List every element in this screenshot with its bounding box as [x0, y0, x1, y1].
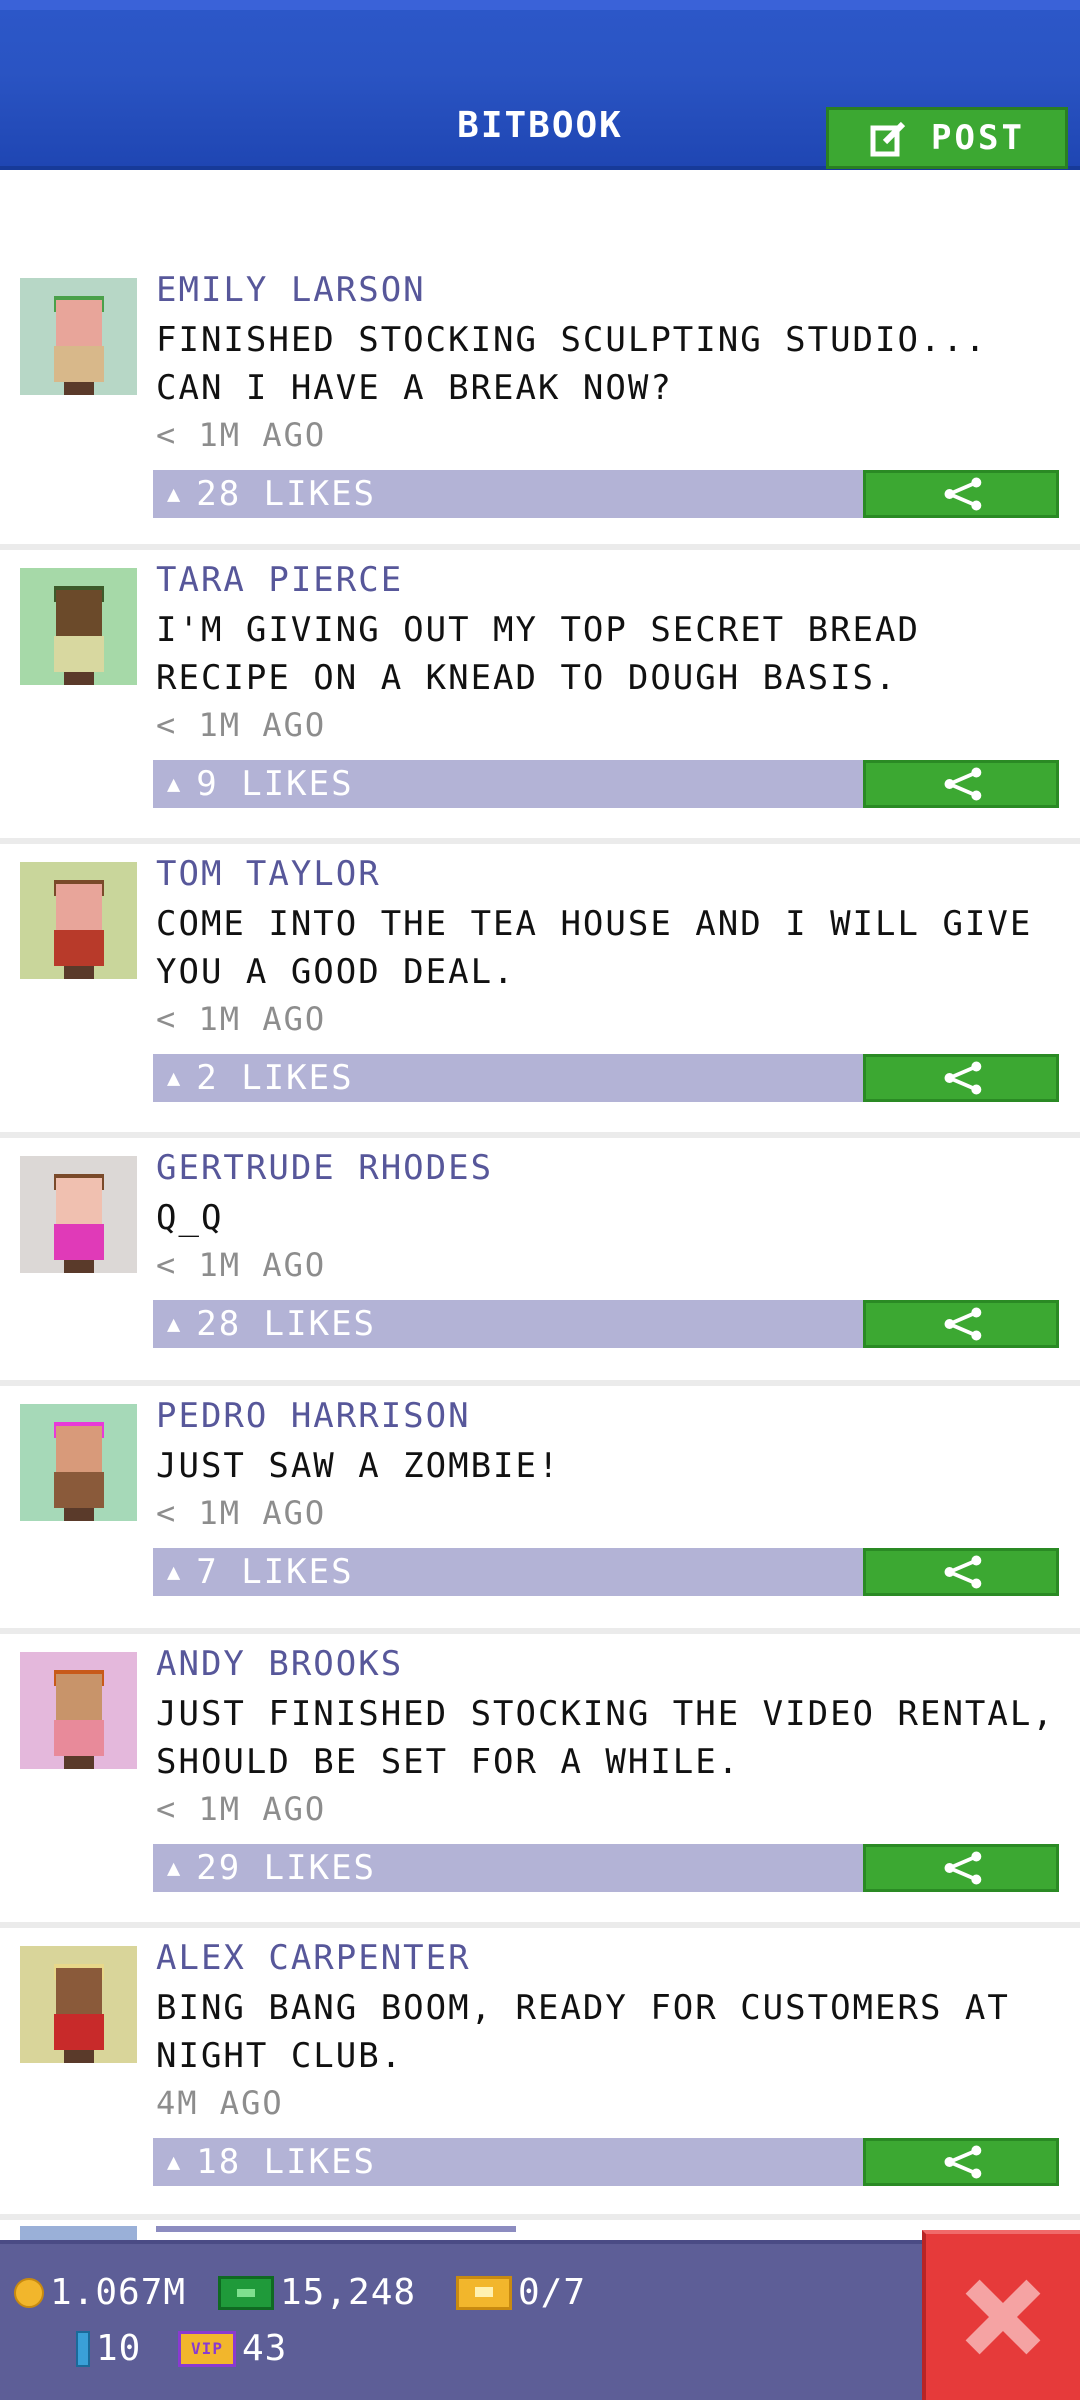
share-button[interactable]	[863, 470, 1059, 518]
cash-value: 15,248	[280, 2272, 417, 2313]
tickets-stat: 0/7	[456, 2272, 586, 2313]
share-icon	[944, 1851, 982, 1885]
share-button[interactable]	[863, 2138, 1059, 2186]
post-time: < 1M AGO	[156, 1000, 327, 1038]
share-icon	[944, 2145, 982, 2179]
post-text: Q_Q	[156, 1198, 224, 1238]
post-text: FINISHED STOCKING SCULPTING STUDIO... CA…	[156, 320, 988, 408]
like-count: 28 LIKES	[196, 474, 377, 514]
vip-value: 43	[242, 2328, 288, 2369]
share-icon	[944, 477, 982, 511]
post-author[interactable]: EMILY LARSON	[156, 270, 426, 310]
next-post-peek	[0, 2226, 922, 2240]
share-button[interactable]	[863, 1300, 1059, 1348]
avatar[interactable]	[20, 278, 137, 395]
post-author[interactable]: PEDRO HARRISON	[156, 1396, 471, 1436]
share-icon	[944, 767, 982, 801]
post-time: < 1M AGO	[156, 1246, 327, 1284]
post-time: < 1M AGO	[156, 416, 327, 454]
post-text: COME INTO THE TEA HOUSE AND I WILL GIVE …	[156, 904, 1033, 992]
thumb-up-icon: ▲	[167, 1311, 183, 1337]
like-count: 18 LIKES	[196, 2142, 377, 2182]
post-item: EMILY LARSON FINISHED STOCKING SCULPTING…	[0, 260, 1080, 550]
post-time: < 1M AGO	[156, 1494, 327, 1532]
post-time: < 1M AGO	[156, 1790, 327, 1828]
share-button[interactable]	[863, 1054, 1059, 1102]
share-icon	[944, 1061, 982, 1095]
coins-value: 1.067M	[50, 2272, 187, 2313]
avatar[interactable]	[20, 862, 137, 979]
close-icon	[965, 2279, 1041, 2355]
feed-list: EMILY LARSON FINISHED STOCKING SCULPTING…	[0, 260, 1080, 2220]
like-button[interactable]: ▲ 29 LIKES	[153, 1844, 863, 1892]
like-count: 2 LIKES	[196, 1058, 354, 1098]
cash-icon	[218, 2275, 274, 2310]
thumb-up-icon: ▲	[167, 1559, 183, 1585]
post-time: < 1M AGO	[156, 706, 327, 744]
post-author[interactable]: TARA PIERCE	[156, 560, 403, 600]
vip-stat: VIP 43	[178, 2328, 287, 2369]
post-item: ALEX CARPENTER BING BANG BOOM, READY FOR…	[0, 1928, 1080, 2220]
post-author[interactable]: ALEX CARPENTER	[156, 1938, 471, 1978]
post-text: JUST SAW A ZOMBIE!	[156, 1446, 561, 1486]
like-button[interactable]: ▲ 28 LIKES	[153, 470, 863, 518]
app-header: BITBOOK POST	[0, 0, 1080, 170]
currency-bar: 1.067M 15,248 0/7 10 VIP 43	[0, 2240, 1080, 2400]
like-count: 28 LIKES	[196, 1304, 377, 1344]
post-time: 4M AGO	[156, 2084, 284, 2122]
bux-stat: 10	[76, 2328, 141, 2369]
share-button[interactable]	[863, 760, 1059, 808]
post-button[interactable]: POST	[826, 107, 1068, 169]
share-icon	[944, 1555, 982, 1589]
post-text: I'M GIVING OUT MY TOP SECRET BREAD RECIP…	[156, 610, 920, 698]
post-item: TOM TAYLOR COME INTO THE TEA HOUSE AND I…	[0, 844, 1080, 1138]
vip-icon: VIP	[178, 2330, 236, 2367]
close-button[interactable]	[922, 2230, 1080, 2400]
thumb-up-icon: ▲	[167, 1855, 183, 1881]
bux-icon	[76, 2330, 90, 2367]
like-count: 9 LIKES	[196, 764, 354, 804]
cash-stat: 15,248	[218, 2272, 416, 2313]
like-button[interactable]: ▲ 7 LIKES	[153, 1548, 863, 1596]
bux-value: 10	[96, 2328, 142, 2369]
like-button[interactable]: ▲ 9 LIKES	[153, 760, 863, 808]
coins-stat: 1.067M	[14, 2272, 186, 2313]
thumb-up-icon: ▲	[167, 1065, 183, 1091]
tickets-value: 0/7	[518, 2272, 587, 2313]
share-icon	[944, 1307, 982, 1341]
thumb-up-icon: ▲	[167, 2149, 183, 2175]
share-button[interactable]	[863, 1548, 1059, 1596]
avatar[interactable]	[20, 1946, 137, 2063]
edit-icon	[870, 121, 906, 157]
like-button[interactable]: ▲ 2 LIKES	[153, 1054, 863, 1102]
avatar[interactable]	[20, 1156, 137, 1273]
post-text: BING BANG BOOM, READY FOR CUSTOMERS AT N…	[156, 1988, 1010, 2076]
avatar[interactable]	[20, 568, 137, 685]
post-author[interactable]: ANDY BROOKS	[156, 1644, 403, 1684]
avatar[interactable]	[20, 1652, 137, 1769]
post-text: JUST FINISHED STOCKING THE VIDEO RENTAL,…	[156, 1694, 1055, 1782]
post-item: ANDY BROOKS JUST FINISHED STOCKING THE V…	[0, 1634, 1080, 1928]
like-count: 7 LIKES	[196, 1552, 354, 1592]
share-button[interactable]	[863, 1844, 1059, 1892]
post-item: GERTRUDE RHODES Q_Q < 1M AGO ▲ 28 LIKES	[0, 1138, 1080, 1386]
ticket-icon	[456, 2275, 512, 2310]
post-item: PEDRO HARRISON JUST SAW A ZOMBIE! < 1M A…	[0, 1386, 1080, 1634]
post-item: TARA PIERCE I'M GIVING OUT MY TOP SECRET…	[0, 550, 1080, 844]
like-button[interactable]: ▲ 28 LIKES	[153, 1300, 863, 1348]
avatar[interactable]	[20, 1404, 137, 1521]
like-button[interactable]: ▲ 18 LIKES	[153, 2138, 863, 2186]
post-button-label: POST	[931, 118, 1025, 158]
post-author[interactable]: GERTRUDE RHODES	[156, 1148, 493, 1188]
like-count: 29 LIKES	[196, 1848, 377, 1888]
thumb-up-icon: ▲	[167, 481, 183, 507]
post-author[interactable]: TOM TAYLOR	[156, 854, 381, 894]
thumb-up-icon: ▲	[167, 771, 183, 797]
coin-icon	[14, 2277, 44, 2308]
